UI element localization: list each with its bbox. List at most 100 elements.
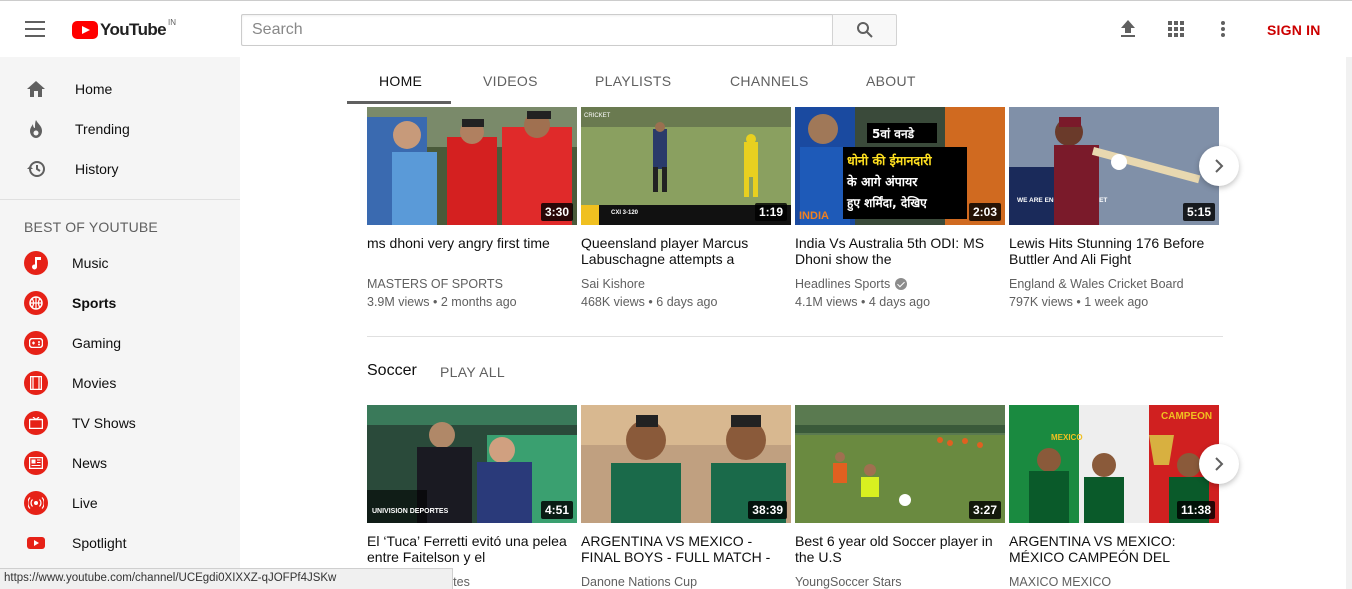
play-all-button[interactable]: PLAY ALL <box>440 364 505 380</box>
youtube-play-logo-icon <box>72 21 98 39</box>
video-thumbnail[interactable]: 3:27 <box>795 405 1005 523</box>
browser-status-bar: https://www.youtube.com/channel/UCEgdi0X… <box>0 568 453 589</box>
search-input[interactable] <box>241 14 833 46</box>
sign-in-button[interactable]: SIGN IN <box>1267 22 1321 38</box>
channel-name[interactable]: England & Wales Cricket Board <box>1009 277 1184 291</box>
film-icon <box>24 371 48 395</box>
channel-name[interactable]: MASTERS OF SPORTS <box>367 277 503 291</box>
upload-age: 4 days ago <box>868 295 931 309</box>
video-thumbnail[interactable]: 38:39 <box>581 405 791 523</box>
channel-name[interactable]: MAXICO MEXICO <box>1009 575 1111 589</box>
youtube-logo[interactable]: YouTube IN <box>72 17 176 40</box>
sidebar-item-movies[interactable]: Movies <box>0 363 240 403</box>
sidebar-item-home[interactable]: Home <box>0 69 240 109</box>
video-title[interactable]: India Vs Australia 5th ODI: MS Dhoni sho… <box>795 235 1000 267</box>
sidebar-item-music[interactable]: Music <box>0 243 240 283</box>
sidebar-section-title: BEST OF YOUTUBE <box>24 219 158 235</box>
shelf-next-button[interactable] <box>1199 146 1239 186</box>
sidebar-item-live[interactable]: Live <box>0 483 240 523</box>
logo-text: YouTube <box>100 20 167 39</box>
video-card[interactable]: 3:27 Best 6 year old Soccer player in th… <box>795 405 1005 589</box>
upload-age: 6 days ago <box>656 295 718 309</box>
video-title[interactable]: Best 6 year old Soccer player in the U.S <box>795 533 1000 565</box>
sidebar-item-label: Home <box>75 81 113 97</box>
video-title[interactable]: El ‘Tuca’ Ferretti evitó una pelea entre… <box>367 533 572 565</box>
view-count: 4.1M views <box>795 295 858 309</box>
video-thumbnail[interactable]: MEXICO CAMPEON 11:38 <box>1009 405 1219 523</box>
video-duration: 3:27 <box>968 501 1001 519</box>
video-card[interactable]: UNIVISION DEPORTES 4:51 El ‘Tuca’ Ferret… <box>367 405 577 589</box>
thumb-score-text: CXI 3-120 <box>611 210 639 216</box>
video-title[interactable]: ms dhoni very angry first time <box>367 235 572 251</box>
video-card[interactable]: WE ARE ENGLAND CRICKET 5:15 Lewis Hits S… <box>1009 107 1219 317</box>
hamburger-menu-icon[interactable] <box>25 21 45 37</box>
tab-channels[interactable]: CHANNELS <box>730 73 809 89</box>
tab-home[interactable]: HOME <box>379 73 422 89</box>
more-vertical-icon[interactable] <box>1212 18 1234 40</box>
sidebar-item-spotlight[interactable]: Spotlight <box>0 523 240 563</box>
page-scrollbar[interactable] <box>1346 57 1352 589</box>
shelf-title[interactable]: Soccer <box>367 362 417 380</box>
tab-about[interactable]: ABOUT <box>866 73 916 89</box>
thumb-overlay-text: के आगे अंपायर <box>846 174 918 189</box>
thumb-logo-text: CRICKET <box>584 113 611 119</box>
channel-name[interactable]: Sai Kishore <box>581 277 645 291</box>
youtube-play-icon <box>24 531 48 555</box>
channel-tabs: HOME VIDEOS PLAYLISTS CHANNELS ABOUT <box>347 57 1247 104</box>
channel-name-text[interactable]: MASTERS OF SPORTS <box>367 277 503 291</box>
sidebar-divider <box>0 199 240 200</box>
channel-name-text[interactable]: England & Wales Cricket Board <box>1009 277 1184 291</box>
video-duration: 3:30 <box>540 203 573 221</box>
tab-videos[interactable]: VIDEOS <box>483 73 538 89</box>
channel-name-text[interactable]: YoungSoccer Stars <box>795 575 902 589</box>
video-duration: 38:39 <box>748 501 787 519</box>
video-card[interactable]: MEXICO CAMPEON 11:38 ARGENTINA VS MEXICO… <box>1009 405 1219 589</box>
fire-icon <box>24 117 48 141</box>
thumb-team-text: INDIA <box>799 210 829 222</box>
video-title[interactable]: ARGENTINA VS MEXICO - FINAL BOYS - FULL … <box>581 533 786 565</box>
music-note-icon <box>24 251 48 275</box>
video-duration: 5:15 <box>1182 203 1215 221</box>
thumb-logo-text: UNIVISION DEPORTES <box>372 508 449 515</box>
channel-name[interactable]: Headlines Sports <box>795 277 908 291</box>
video-thumbnail[interactable]: UNIVISION DEPORTES 4:51 <box>367 405 577 523</box>
thumb-flag-text: MEXICO <box>1051 433 1083 442</box>
sidebar-item-tv-shows[interactable]: TV Shows <box>0 403 240 443</box>
video-thumbnail[interactable]: WE ARE ENGLAND CRICKET 5:15 <box>1009 107 1219 225</box>
sidebar-item-history[interactable]: History <box>0 149 240 189</box>
video-card[interactable]: CRICKET CXI 3-120 1:19 Queensland player… <box>581 107 791 317</box>
sidebar-item-sports[interactable]: Sports <box>0 283 240 323</box>
video-card[interactable]: INDIA 5वां वनडे धोनी की ईमानदारी के आगे … <box>795 107 1005 317</box>
search-button[interactable] <box>832 14 897 46</box>
channel-name-text[interactable]: Danone Nations Cup <box>581 575 697 589</box>
video-thumbnail[interactable]: 3:30 <box>367 107 577 225</box>
home-icon <box>24 77 48 101</box>
logo-region: IN <box>168 17 176 27</box>
video-title[interactable]: Queensland player Marcus Labuschagne att… <box>581 235 786 267</box>
channel-name-text[interactable]: Sai Kishore <box>581 277 645 291</box>
sidebar-item-gaming[interactable]: Gaming <box>0 323 240 363</box>
chevron-right-icon <box>1215 457 1224 471</box>
channel-name-text[interactable]: Headlines Sports <box>795 277 890 291</box>
video-meta: 4.1M views • 4 days ago <box>795 295 931 309</box>
tab-playlists[interactable]: PLAYLISTS <box>595 73 671 89</box>
thumb-banner-text: CAMPEON <box>1161 411 1212 422</box>
sidebar-item-trending[interactable]: Trending <box>0 109 240 149</box>
video-thumbnail[interactable]: INDIA 5वां वनडे धोनी की ईमानदारी के आगे … <box>795 107 1005 225</box>
channel-name[interactable]: Danone Nations Cup <box>581 575 697 589</box>
video-title[interactable]: ARGENTINA VS MEXICO: MÉXICO CAMPEÓN DEL <box>1009 533 1214 565</box>
channel-name-text[interactable]: MAXICO MEXICO <box>1009 575 1111 589</box>
sidebar: Home Trending History BEST OF YOUTUBE Mu… <box>0 57 240 589</box>
video-thumbnail[interactable]: CRICKET CXI 3-120 1:19 <box>581 107 791 225</box>
video-card[interactable]: 3:30 ms dhoni very angry first time MAST… <box>367 107 577 317</box>
video-card[interactable]: 38:39 ARGENTINA VS MEXICO - FINAL BOYS -… <box>581 405 791 589</box>
video-title[interactable]: Lewis Hits Stunning 176 Before Buttler A… <box>1009 235 1214 267</box>
channel-name[interactable]: YoungSoccer Stars <box>795 575 902 589</box>
shelf-next-button[interactable] <box>1199 444 1239 484</box>
sidebar-item-news[interactable]: News <box>0 443 240 483</box>
broadcast-icon <box>24 491 48 515</box>
thumb-overlay-text: धोनी की ईमानदारी <box>847 153 932 168</box>
apps-grid-icon[interactable] <box>1165 18 1187 40</box>
verified-badge-icon <box>895 278 908 290</box>
upload-icon[interactable] <box>1117 18 1139 40</box>
